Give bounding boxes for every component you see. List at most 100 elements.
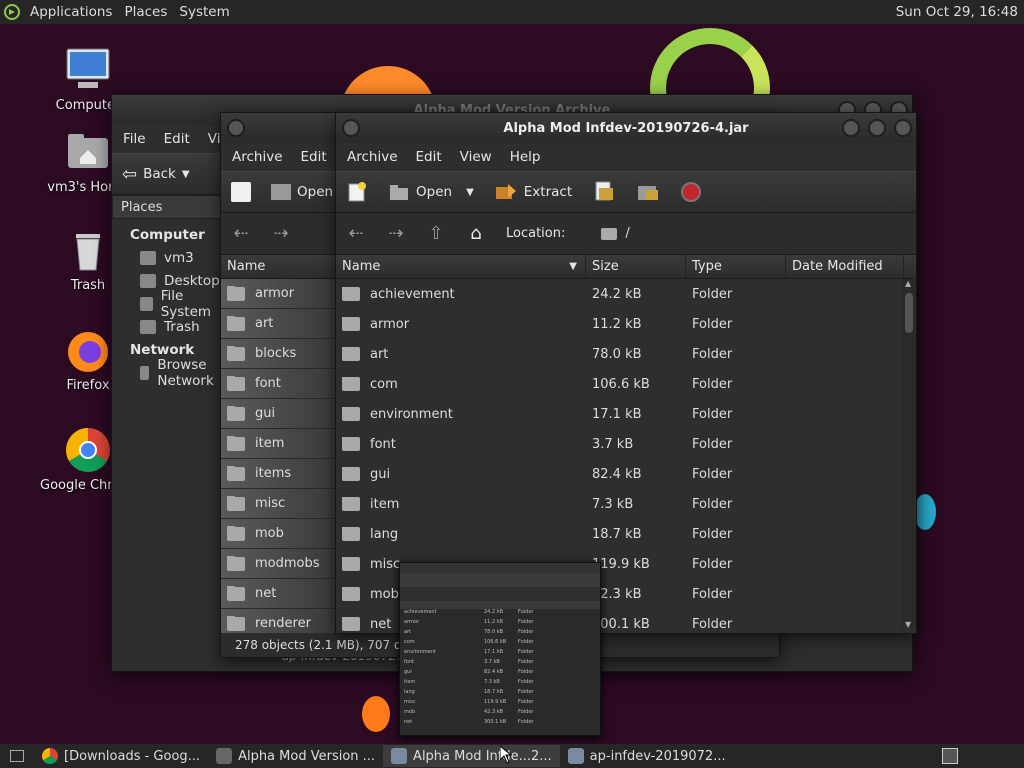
cell-size: 3.7 kB: [592, 436, 634, 452]
table-row[interactable]: font 3.7 kB Folder: [336, 429, 902, 459]
menu-edit[interactable]: Edit: [155, 131, 199, 147]
menu-archive[interactable]: Archive: [338, 149, 407, 165]
list-item[interactable]: armor: [221, 279, 337, 309]
column-type[interactable]: Type: [686, 255, 786, 278]
folder-icon: [342, 556, 360, 571]
menu-help[interactable]: Help: [501, 149, 550, 165]
cell-type: Folder: [692, 496, 733, 512]
column-size[interactable]: Size: [586, 255, 686, 278]
home-icon[interactable]: ⌂: [456, 218, 496, 250]
maximize-button[interactable]: [868, 119, 886, 137]
distro-logo-icon[interactable]: [0, 0, 24, 24]
show-desktop-button[interactable]: [0, 745, 34, 767]
back-icon[interactable]: ⇠: [336, 218, 376, 250]
menu-edit[interactable]: Edit: [407, 149, 451, 165]
table-row[interactable]: art 78.0 kB Folder: [336, 339, 902, 369]
list-item[interactable]: mob: [221, 519, 337, 549]
folder-icon: [216, 748, 233, 764]
list-item[interactable]: art: [221, 309, 337, 339]
menu-edit[interactable]: Edit: [292, 149, 336, 165]
sidebar-item-vm3[interactable]: vm3: [112, 246, 222, 269]
table-row[interactable]: armor 11.2 kB Folder: [336, 309, 902, 339]
menu-view[interactable]: View: [451, 149, 501, 165]
column-name[interactable]: Name ▼: [336, 255, 586, 278]
table-row[interactable]: gui 82.4 kB Folder: [336, 459, 902, 489]
cell-size: 119.9 kB: [592, 556, 650, 572]
menu-file[interactable]: File: [114, 131, 155, 147]
cell-name: mob: [370, 586, 399, 602]
location-path[interactable]: /: [625, 226, 629, 241]
add-files-button[interactable]: [582, 180, 626, 204]
scrollbar-thumb[interactable]: [905, 293, 913, 333]
list-item[interactable]: misc: [221, 489, 337, 519]
menu-system[interactable]: System: [173, 4, 235, 20]
desktop-icon: [140, 273, 156, 288]
sidebar-item-browse-network[interactable]: Browse Network: [112, 357, 222, 389]
clock[interactable]: Sun Oct 29, 16:48: [896, 4, 1018, 20]
sidebar-item-filesystem[interactable]: File System: [112, 288, 222, 320]
extract-button[interactable]: Extract: [484, 182, 582, 202]
table-row[interactable]: lang 18.7 kB Folder: [336, 519, 902, 549]
cell-name: art: [370, 346, 389, 362]
folder-icon: [342, 406, 360, 421]
folder-icon: [342, 376, 360, 391]
list-item[interactable]: modmobs: [221, 549, 337, 579]
back-button[interactable]: ⇦ Back ▼: [112, 164, 200, 185]
menu-places[interactable]: Places: [118, 4, 173, 20]
open-button[interactable]: Open: [261, 184, 343, 200]
close-button[interactable]: [894, 119, 912, 137]
add-folder-button[interactable]: [626, 180, 670, 204]
column-date-modified[interactable]: Date Modified: [786, 255, 904, 278]
forward-icon[interactable]: ⇢: [376, 218, 416, 250]
taskbar-item-chrome[interactable]: [Downloads - Goog...: [34, 745, 208, 767]
window-menu-button[interactable]: [342, 119, 360, 137]
cell-type: Folder: [692, 436, 733, 452]
taskbar: [Downloads - Goog... Alpha Mod Version .…: [0, 744, 1024, 768]
table-row[interactable]: com 106.6 kB Folder: [336, 369, 902, 399]
menu-archive[interactable]: Archive: [223, 149, 292, 165]
stop-button[interactable]: [670, 181, 712, 203]
open-icon: [271, 184, 291, 200]
minimize-button[interactable]: [842, 119, 860, 137]
forward-icon[interactable]: ⇢: [261, 218, 301, 250]
new-archive-button[interactable]: [336, 181, 378, 203]
cell-type: Folder: [692, 586, 733, 602]
list-item[interactable]: net: [221, 579, 337, 609]
cell-type: Folder: [692, 316, 733, 332]
workspace-switcher[interactable]: [942, 748, 958, 764]
column-name[interactable]: Name: [221, 255, 337, 278]
cell-size: 300.1 kB: [592, 616, 650, 632]
chevron-down-icon[interactable]: ▼: [466, 187, 474, 198]
scroll-up-icon[interactable]: ▲: [905, 279, 911, 288]
scrollbar[interactable]: ▲ ▼: [902, 279, 916, 629]
cell-name: misc: [370, 556, 401, 572]
new-archive-button[interactable]: [221, 182, 261, 202]
scroll-down-icon[interactable]: ▼: [905, 620, 911, 629]
folder-icon: [227, 616, 245, 631]
list-item[interactable]: item: [221, 429, 337, 459]
list-item[interactable]: font: [221, 369, 337, 399]
folder-icon: [342, 286, 360, 301]
list-item[interactable]: items: [221, 459, 337, 489]
menu-applications[interactable]: Applications: [24, 4, 118, 20]
places-dropdown[interactable]: Places: [112, 195, 222, 219]
open-button[interactable]: Open ▼: [378, 182, 484, 202]
taskbar-item-archive-2[interactable]: ap-infdev-2019072...: [560, 745, 734, 767]
back-icon[interactable]: ⇠: [221, 218, 261, 250]
folder-icon: [342, 346, 360, 361]
table-row[interactable]: environment 17.1 kB Folder: [336, 399, 902, 429]
window-title: Alpha Mod Infdev-20190726-4.jar: [503, 120, 749, 136]
up-icon[interactable]: ⇧: [416, 218, 456, 250]
list-item[interactable]: gui: [221, 399, 337, 429]
location-label: Location:: [506, 226, 566, 241]
window-menu-button[interactable]: [227, 119, 245, 137]
thumbnail-row: com 106.6 kB Folder: [404, 639, 534, 645]
table-row[interactable]: achievement 24.2 kB Folder: [336, 279, 902, 309]
home-folder-icon: [64, 128, 112, 176]
list-item[interactable]: blocks: [221, 339, 337, 369]
taskbar-item-file-manager[interactable]: Alpha Mod Version ...: [208, 745, 383, 767]
table-row[interactable]: item 7.3 kB Folder: [336, 489, 902, 519]
window-titlebar[interactable]: Alpha Mod Infdev-20190726-4.jar: [336, 113, 916, 143]
archive-icon: [391, 748, 408, 764]
taskbar-item-archive-active[interactable]: Alpha Mod Infde...2...: [383, 745, 560, 767]
